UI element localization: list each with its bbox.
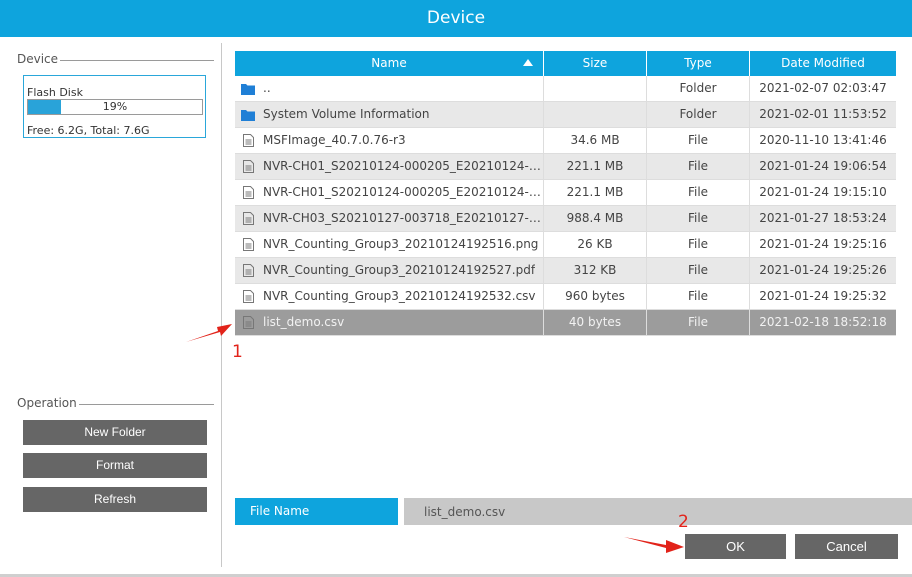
cell-type: File (647, 284, 750, 309)
column-header-name-label: Name (371, 56, 407, 70)
cell-date-modified: 2021-02-18 18:52:18 (759, 315, 887, 329)
cell-date-modified: 2021-01-24 19:25:26 (759, 263, 887, 277)
cell-type: Folder (647, 102, 750, 127)
cell-name: NVR_Counting_Group3_20210124192527.pdf (235, 258, 544, 283)
table-row[interactable]: NVR_Counting_Group3_20210124192527.pdf 31… (235, 258, 896, 284)
cell-size: 960 bytes (544, 284, 647, 309)
annotation-arrow-2 (624, 537, 684, 553)
cell-type: File (647, 310, 750, 335)
cell-size: 40 bytes (544, 310, 647, 335)
file-icon (241, 238, 255, 252)
cell-type: File (647, 232, 750, 257)
annotation-number-1: 1 (232, 342, 243, 362)
cell-date-modified: 2021-01-24 19:15:10 (759, 185, 887, 199)
cell-date-modified: 2021-01-24 19:25:16 (759, 237, 887, 251)
cell-name: NVR-CH03_S20210127-003718_E20210127-01..… (235, 206, 544, 231)
cell-type: File (647, 258, 750, 283)
column-header-size[interactable]: Size (544, 51, 647, 76)
table-row[interactable]: NVR_Counting_Group3_20210124192532.csv 96… (235, 284, 896, 310)
cell-date-modified: 2021-01-24 19:06:54 (759, 159, 887, 173)
cell-size (544, 102, 647, 127)
folder-icon (241, 82, 255, 96)
table-row[interactable]: MSFImage_40.7.0.76-r3 34.6 MB File 2020-11-… (235, 128, 896, 154)
cell-name: NVR_Counting_Group3_20210124192532.csv (235, 284, 544, 309)
file-icon (241, 290, 255, 304)
cell-size (544, 76, 647, 101)
usage-percent: 19% (102, 100, 128, 113)
cell-date-modified: 2021-01-27 18:53:24 (759, 211, 887, 225)
new-folder-button[interactable]: New Folder (23, 420, 207, 445)
cell-size: 221.1 MB (544, 154, 647, 179)
file-name-text: NVR_Counting_Group3_20210124192532.csv (263, 289, 536, 303)
file-name-label: File Name (235, 498, 398, 525)
cell-size: 988.4 MB (544, 206, 647, 231)
table-row[interactable]: list_demo.csv 40 bytes File 2021-02-18 18:5… (235, 310, 896, 336)
file-icon (241, 186, 255, 200)
cell-size: 34.6 MB (544, 128, 647, 153)
ok-button[interactable]: OK (685, 534, 786, 559)
annotation-number-2: 2 (678, 512, 689, 532)
cell-type: File (647, 206, 750, 231)
cell-type: File (647, 180, 750, 205)
file-icon (241, 264, 255, 278)
file-icon (241, 160, 255, 174)
table-row[interactable]: .. Folder 2021-02-07 02:03:47 (235, 76, 896, 102)
panel-divider (221, 43, 222, 567)
table-header: Name Size Type Date Modified (235, 51, 896, 76)
file-icon (241, 134, 255, 148)
cell-name: System Volume Information (235, 102, 544, 127)
cell-date-modified: 2021-02-01 11:53:52 (759, 107, 887, 121)
file-name-text: System Volume Information (263, 107, 430, 121)
file-name-text: NVR-CH03_S20210127-003718_E20210127-01..… (263, 211, 543, 225)
table-row[interactable]: NVR_Counting_Group3_20210124192516.png 26… (235, 232, 896, 258)
column-header-name[interactable]: Name (235, 51, 544, 76)
cell-name: .. (235, 76, 544, 101)
device-card-flash-disk[interactable]: Flash Disk 19% Free: 6.2G, Total: 7.6G (23, 75, 206, 138)
cell-type: File (647, 128, 750, 153)
file-table: Name Size Type Date Modified .. Folder 202… (235, 51, 896, 336)
cell-name: list_demo.csv (235, 310, 544, 335)
folder-icon (241, 108, 255, 122)
cell-name: NVR-CH01_S20210124-000205_E20210124-00..… (235, 180, 544, 205)
cell-date-modified: 2021-01-24 19:25:32 (759, 289, 887, 303)
table-row[interactable]: System Volume Information Folder 2021-02-0… (235, 102, 896, 128)
usage-bar: 19% (27, 99, 203, 115)
file-name-text: NVR-CH01_S20210124-000205_E20210124-00..… (263, 159, 543, 173)
file-icon (241, 212, 255, 226)
file-name-text: NVR_Counting_Group3_20210124192516.png (263, 237, 539, 251)
column-header-date-modified[interactable]: Date Modified (750, 51, 896, 76)
device-group-title: Device (17, 52, 61, 66)
operation-group-title: Operation (17, 396, 79, 410)
table-body: .. Folder 2021-02-07 02:03:47 System Volume… (235, 76, 896, 336)
cell-name: MSFImage_40.7.0.76-r3 (235, 128, 544, 153)
column-header-type[interactable]: Type (647, 51, 750, 76)
file-name-text: MSFImage_40.7.0.76-r3 (263, 133, 406, 147)
file-name-text: NVR_Counting_Group3_20210124192527.pdf (263, 263, 536, 277)
sort-ascending-icon (523, 59, 533, 66)
format-button[interactable]: Format (23, 453, 207, 478)
cell-name: NVR_Counting_Group3_20210124192516.png (235, 232, 544, 257)
cell-type: File (647, 154, 750, 179)
table-row[interactable]: NVR-CH01_S20210124-000205_E20210124-00..… (235, 154, 896, 180)
cell-size: 312 KB (544, 258, 647, 283)
cell-size: 221.1 MB (544, 180, 647, 205)
refresh-button[interactable]: Refresh (23, 487, 207, 512)
device-free-total: Free: 6.2G, Total: 7.6G (27, 124, 150, 137)
table-row[interactable]: NVR-CH03_S20210127-003718_E20210127-01..… (235, 206, 896, 232)
cell-size: 26 KB (544, 232, 647, 257)
window-title: Device (0, 0, 912, 37)
file-name-text: list_demo.csv (263, 315, 345, 329)
device-name: Flash Disk (27, 86, 83, 99)
cell-date-modified: 2021-02-07 02:03:47 (759, 81, 887, 95)
table-row[interactable]: NVR-CH01_S20210124-000205_E20210124-00..… (235, 180, 896, 206)
file-name-text: NVR-CH01_S20210124-000205_E20210124-00..… (263, 185, 543, 199)
cell-date-modified: 2020-11-10 13:41:46 (759, 133, 887, 147)
cancel-button[interactable]: Cancel (795, 534, 898, 559)
cell-name: NVR-CH01_S20210124-000205_E20210124-00..… (235, 154, 544, 179)
file-name-input[interactable] (404, 498, 912, 525)
cell-type: Folder (647, 76, 750, 101)
file-name-text: .. (263, 81, 271, 95)
